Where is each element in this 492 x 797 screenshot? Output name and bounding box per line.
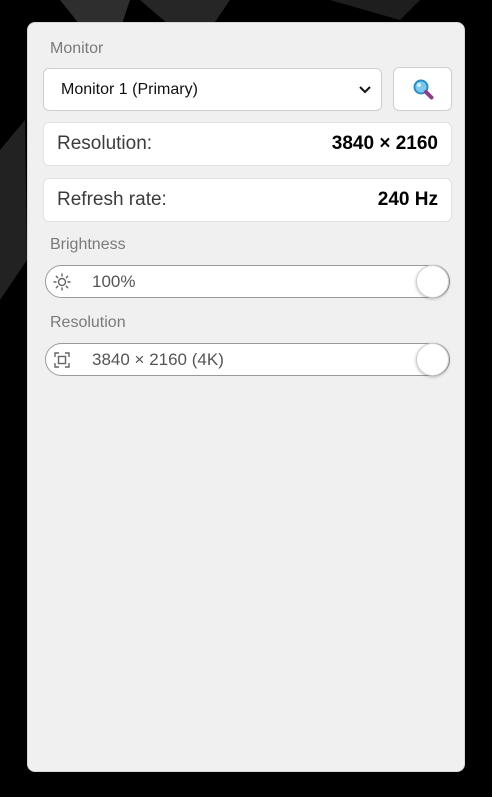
refresh-rate-info-value: 240 Hz (377, 189, 438, 210)
resolution-slider-value: 3840 × 2160 (4K) (92, 350, 224, 369)
monitor-section-label: Monitor (50, 40, 104, 57)
brightness-slider[interactable]: 100% (45, 265, 450, 298)
fullscreen-icon (54, 352, 70, 368)
resolution-slider-thumb[interactable] (416, 343, 449, 376)
monitor-select[interactable]: Monitor 1 (Primary) (43, 68, 382, 111)
resolution-section-label: Resolution (50, 314, 126, 331)
magnifier-icon (413, 79, 433, 100)
sun-icon (53, 273, 71, 291)
refresh-rate-info-card: Refresh rate: 240 Hz (43, 178, 452, 222)
monitor-select-value: Monitor 1 (Primary) (61, 80, 198, 98)
resolution-info-label: Resolution: (57, 133, 153, 154)
resolution-info-value: 3840 × 2160 (331, 133, 438, 154)
brightness-slider-thumb[interactable] (416, 265, 449, 298)
brightness-section-label: Brightness (50, 236, 126, 253)
identify-monitor-button[interactable] (393, 67, 452, 111)
resolution-slider[interactable]: 3840 × 2160 (4K) (45, 343, 450, 376)
brightness-value: 100% (92, 272, 136, 291)
refresh-rate-info-label: Refresh rate: (57, 189, 167, 210)
chevron-down-icon (359, 86, 371, 94)
resolution-info-card: Resolution: 3840 × 2160 (43, 122, 452, 166)
display-settings-panel: Monitor Monitor 1 (Primary) Resolution: … (27, 22, 465, 772)
